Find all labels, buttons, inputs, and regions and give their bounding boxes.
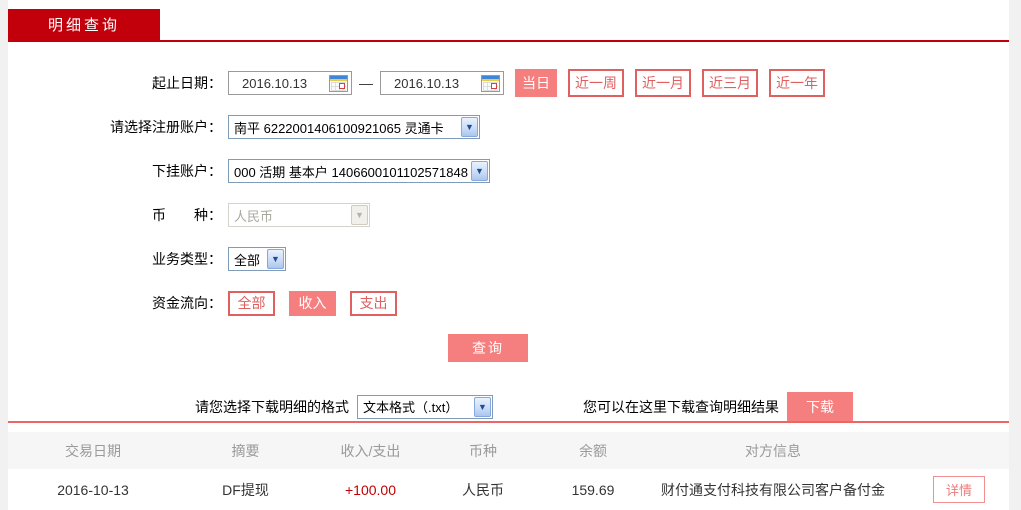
business-type-row: 业务类型： 全部 ▼: [8, 246, 1009, 272]
sub-account-value: 000 活期 基本户 1406600101102571848: [234, 164, 468, 180]
fund-flow-expense-button[interactable]: 支出: [350, 290, 397, 316]
quick-range-today-button[interactable]: 当日: [515, 69, 557, 97]
register-account-row: 请选择注册账户： 南平 6222001406100921065 灵通卡 ▼: [8, 114, 1009, 140]
header-trade-date: 交易日期: [65, 442, 121, 459]
fund-flow-row: 资金流向： 全部 收入 支出: [8, 290, 1009, 316]
cell-counterparty: 财付通支付科技有限公司客户备付金: [661, 481, 885, 498]
register-account-label: 请选择注册账户：: [110, 119, 222, 135]
chevron-down-icon[interactable]: ▼: [461, 117, 478, 137]
quick-range-quarter-button[interactable]: 近三月: [702, 69, 758, 97]
header-counterparty: 对方信息: [745, 442, 801, 459]
register-account-select[interactable]: 南平 6222001406100921065 灵通卡 ▼: [228, 115, 480, 139]
sub-account-row: 下挂账户： 000 活期 基本户 1406600101102571848 ▼: [8, 158, 1009, 184]
download-format-select[interactable]: 文本格式（.txt） ▼: [357, 394, 493, 419]
quick-range-month-button[interactable]: 近一月: [635, 69, 691, 97]
business-type-select[interactable]: 全部 ▼: [228, 247, 286, 271]
download-hint: 您可以在这里下载查询明细结果: [583, 398, 779, 415]
currency-row: 币 种： 人民币 ▼: [8, 202, 1009, 228]
quick-range-week-button[interactable]: 近一周: [568, 69, 624, 97]
currency-label: 币 种：: [152, 207, 222, 223]
cell-trade-date: 2016-10-13: [57, 481, 129, 498]
chevron-down-icon[interactable]: ▼: [471, 161, 488, 181]
download-button[interactable]: 下载: [787, 392, 853, 421]
date-range-label: 起止日期：: [152, 75, 222, 91]
download-format-label: 请您选择下载明细的格式: [195, 398, 349, 415]
start-date-value: 2016.10.13: [242, 75, 308, 91]
sub-account-label: 下挂账户：: [152, 163, 222, 179]
chevron-down-icon: ▼: [351, 205, 368, 225]
start-date-input[interactable]: 2016.10.13: [228, 71, 352, 95]
end-date-value: 2016.10.13: [394, 75, 460, 91]
business-type-value: 全部: [234, 252, 261, 268]
detail-button[interactable]: 详情: [933, 476, 985, 503]
tab-detail-query[interactable]: 明细查询: [8, 9, 160, 40]
cell-balance: 159.69: [571, 481, 615, 498]
section-divider: [8, 421, 1009, 423]
currency-select: 人民币 ▼: [228, 203, 370, 227]
header-currency: 币种: [469, 442, 497, 459]
table-row: 2016-10-13 DF提现 +100.00 人民币 159.69 财付通支付…: [8, 469, 1009, 510]
query-button[interactable]: 查询: [448, 334, 528, 362]
cell-action: 详情: [898, 476, 1009, 503]
calendar-icon[interactable]: [481, 74, 500, 92]
quick-range-year-button[interactable]: 近一年: [769, 69, 825, 97]
query-form: 起止日期： 2016.10.13 — 2016.10.13 当日 近一周 近一月…: [8, 42, 1009, 362]
header-summary: 摘要: [231, 442, 260, 459]
end-date-input[interactable]: 2016.10.13: [380, 71, 504, 95]
header-income-expense: 收入/支出: [340, 442, 401, 459]
calendar-icon[interactable]: [329, 74, 348, 92]
tab-bar: 明细查询: [8, 0, 1009, 42]
download-format-value: 文本格式（.txt）: [363, 400, 459, 415]
fund-flow-income-button[interactable]: 收入: [289, 290, 336, 316]
fund-flow-label: 资金流向：: [152, 295, 222, 311]
date-separator: —: [359, 75, 373, 91]
content-panel: 明细查询 起止日期： 2016.10.13 — 2016.10.13 当日 近一…: [8, 0, 1009, 510]
cell-amount: +100.00: [345, 481, 396, 498]
date-range-row: 起止日期： 2016.10.13 — 2016.10.13 当日 近一周 近一月…: [8, 69, 1009, 97]
header-balance: 余额: [579, 442, 607, 459]
currency-value: 人民币: [234, 208, 274, 224]
fund-flow-all-button[interactable]: 全部: [228, 290, 275, 316]
download-row: 请您选择下载明细的格式 文本格式（.txt） ▼ 您可以在这里下载查询明细结果 …: [8, 392, 1009, 421]
chevron-down-icon[interactable]: ▼: [474, 396, 491, 417]
business-type-label: 业务类型：: [152, 251, 222, 267]
sub-account-select[interactable]: 000 活期 基本户 1406600101102571848 ▼: [228, 159, 490, 183]
register-account-value: 南平 6222001406100921065 灵通卡: [234, 120, 444, 136]
chevron-down-icon[interactable]: ▼: [267, 249, 284, 269]
cell-currency: 人民币: [462, 481, 504, 498]
table-header: 交易日期 摘要 收入/支出 币种 余额 对方信息: [8, 432, 1009, 469]
cell-summary: DF提现: [222, 481, 269, 498]
